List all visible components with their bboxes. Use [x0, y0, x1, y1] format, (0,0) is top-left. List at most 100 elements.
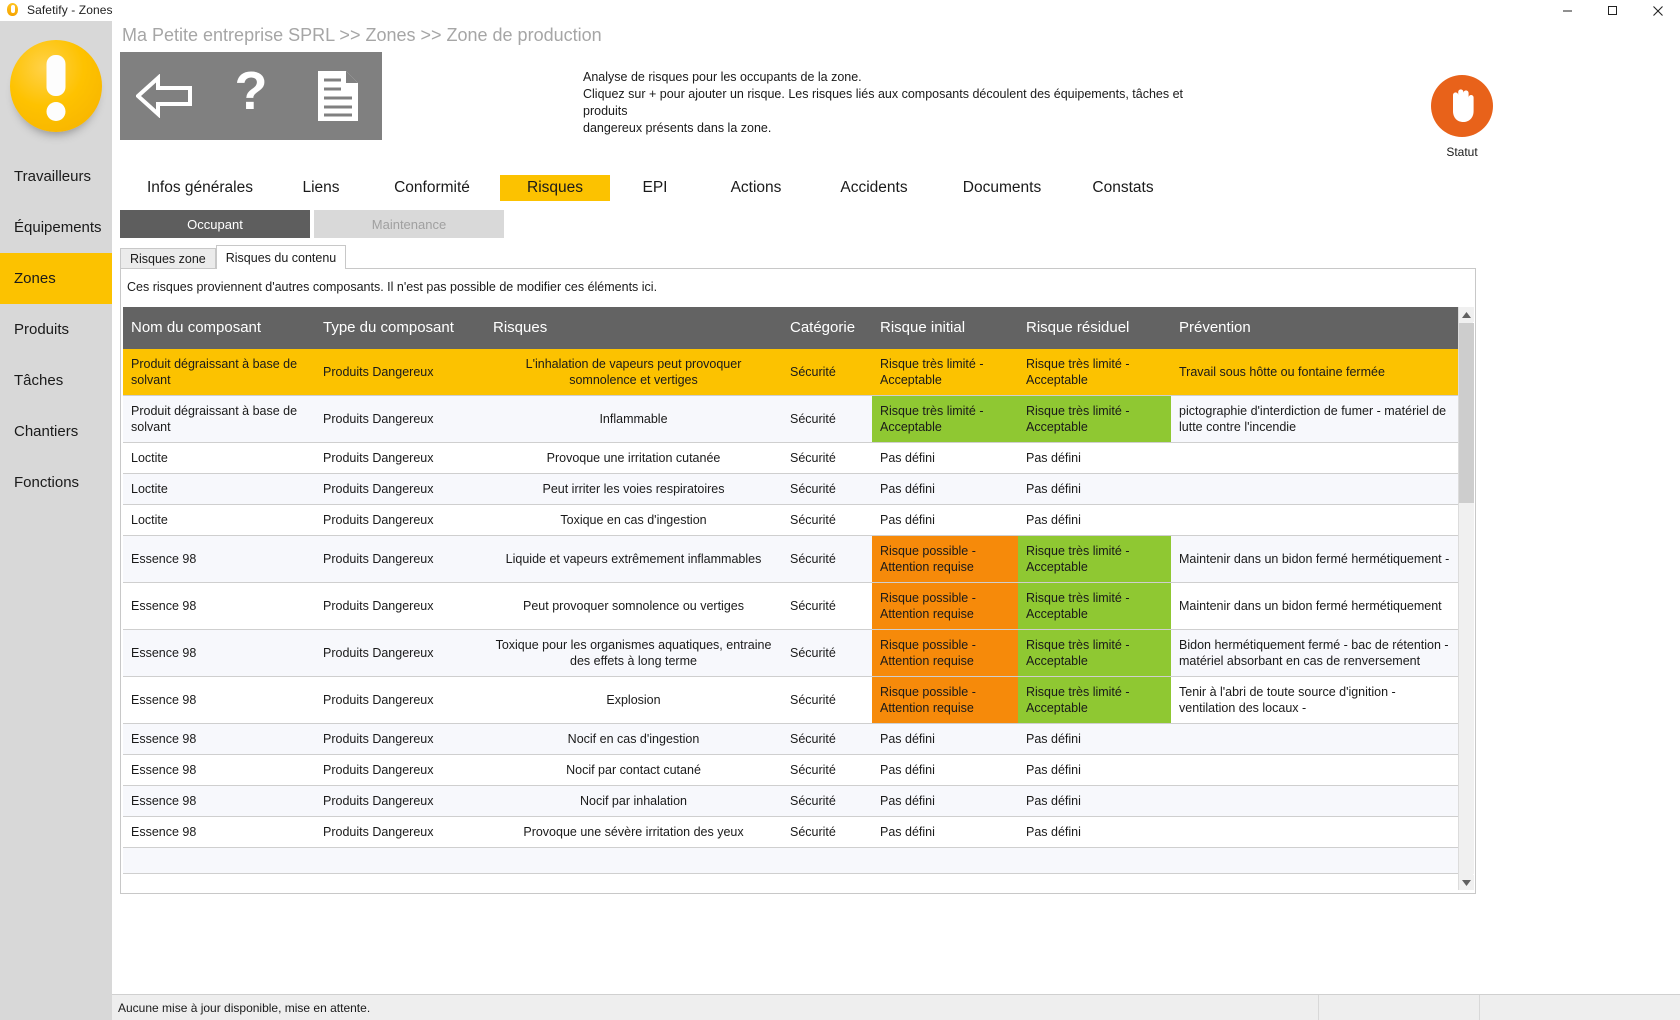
- sidebar-item-fonctions[interactable]: Fonctions: [0, 457, 112, 508]
- status-bar: Aucune mise à jour disponible, mise en a…: [112, 994, 1680, 1020]
- report-button[interactable]: [294, 52, 381, 140]
- cell-risque-initial: Pas défini: [872, 442, 1018, 474]
- table-row[interactable]: Essence 98 Produits Dangereux Nocif par …: [123, 754, 1459, 786]
- sidebar-item-label: Travailleurs: [14, 168, 91, 185]
- cell-type: Produits Dangereux: [315, 754, 485, 786]
- tab-epi[interactable]: EPI: [627, 175, 683, 201]
- table-row[interactable]: Essence 98 Produits Dangereux Explosion …: [123, 676, 1459, 724]
- svg-text:?: ?: [234, 68, 267, 121]
- table-row[interactable]: Essence 98 Produits Dangereux Toxique po…: [123, 629, 1459, 677]
- cell-prevention: [1171, 754, 1459, 786]
- tab-label: Constats: [1092, 179, 1154, 196]
- innertab-risques-zone[interactable]: Risques zone: [120, 248, 216, 269]
- status-label: Statut: [1446, 145, 1478, 159]
- cell-prevention: [1171, 442, 1459, 474]
- innertab-risques-du-contenu[interactable]: Risques du contenu: [215, 245, 347, 269]
- cell-type: Produits Dangereux: [315, 676, 485, 724]
- cell-risque: Toxique en cas d'ingestion: [485, 504, 782, 536]
- table-row[interactable]: Essence 98 Produits Dangereux Nocif en c…: [123, 723, 1459, 755]
- sidebar-item-equipements[interactable]: Équipements: [0, 202, 112, 253]
- cell-type: Produits Dangereux: [315, 785, 485, 817]
- help-button[interactable]: ?: [207, 52, 294, 140]
- panel-note: Ces risques proviennent d'autres composa…: [127, 280, 658, 294]
- cell-risque-initial: Risque possible - Attention requise: [872, 535, 1018, 583]
- cell-risque-initial: Risque possible - Attention requise: [872, 629, 1018, 677]
- tab-label: Liens: [302, 179, 340, 196]
- table-row[interactable]: Loctite Produits Dangereux Provoque une …: [123, 442, 1459, 474]
- sidebar-item-produits[interactable]: Produits: [0, 304, 112, 355]
- cell-categorie: Sécurité: [782, 582, 872, 630]
- table-vertical-scrollbar[interactable]: [1458, 307, 1474, 890]
- empty-cell: [123, 847, 1459, 874]
- cell-type: Produits Dangereux: [315, 629, 485, 677]
- sidebar-item-zones[interactable]: Zones: [0, 253, 112, 304]
- scroll-down-icon[interactable]: [1459, 875, 1474, 890]
- cell-categorie: Sécurité: [782, 629, 872, 677]
- cell-prevention: Tenir à l'abri de toute source d'ignitio…: [1171, 676, 1459, 724]
- table-row[interactable]: Essence 98 Produits Dangereux Provoque u…: [123, 816, 1459, 848]
- table-row[interactable]: Essence 98 Produits Dangereux Liquide et…: [123, 535, 1459, 583]
- subtab-maintenance[interactable]: Maintenance: [314, 210, 504, 238]
- risks-table-body: Produit dégraissant à base de solvant Pr…: [123, 349, 1459, 874]
- col-risques[interactable]: Risques: [485, 307, 782, 349]
- table-row[interactable]: Produit dégraissant à base de solvant Pr…: [123, 349, 1459, 396]
- title-bar: Safetify - Zones: [0, 0, 1680, 21]
- tab-accidents[interactable]: Accidents: [825, 175, 923, 201]
- scroll-up-icon[interactable]: [1459, 307, 1474, 322]
- table-row-placeholder: [123, 847, 1459, 874]
- tab-infos-generales[interactable]: Infos générales: [134, 175, 266, 201]
- innertab-label: Risques zone: [130, 252, 206, 266]
- cell-prevention: Maintenir dans un bidon fermé hermétique…: [1171, 535, 1459, 583]
- table-row[interactable]: Essence 98 Produits Dangereux Peut provo…: [123, 582, 1459, 630]
- hand-stop-icon: [1431, 75, 1493, 137]
- sidebar-item-taches[interactable]: Tâches: [0, 355, 112, 406]
- subtab-label: Maintenance: [371, 216, 447, 232]
- cell-nom: Produit dégraissant à base de solvant: [123, 349, 315, 396]
- tab-conformite[interactable]: Conformité: [377, 175, 487, 201]
- table-row[interactable]: Produit dégraissant à base de solvant Pr…: [123, 395, 1459, 443]
- status-button[interactable]: Statut: [1417, 75, 1507, 159]
- cell-type: Produits Dangereux: [315, 816, 485, 848]
- cell-risque-initial: Risque possible - Attention requise: [872, 676, 1018, 724]
- tab-label: Actions: [730, 179, 782, 196]
- col-nom-du-composant[interactable]: Nom du composant: [123, 307, 315, 349]
- col-categorie[interactable]: Catégorie: [782, 307, 872, 349]
- table-row[interactable]: Essence 98 Produits Dangereux Nocif par …: [123, 785, 1459, 817]
- sidebar-item-label: Zones: [14, 270, 56, 287]
- cell-nom: Essence 98: [123, 582, 315, 630]
- bulb-icon: [5, 2, 21, 18]
- col-type-du-composant[interactable]: Type du composant: [315, 307, 485, 349]
- status-bar-divider: [1318, 994, 1319, 1020]
- cell-type: Produits Dangereux: [315, 473, 485, 505]
- risk-badge: Risque très limité - Acceptable: [1018, 536, 1171, 582]
- tab-liens[interactable]: Liens: [290, 175, 352, 201]
- close-button[interactable]: [1635, 0, 1680, 21]
- cell-risque-initial: Pas défini: [872, 816, 1018, 848]
- sidebar-item-label: Chantiers: [14, 423, 79, 440]
- cell-categorie: Sécurité: [782, 723, 872, 755]
- cell-prevention: [1171, 785, 1459, 817]
- col-risque-initial[interactable]: Risque initial: [872, 307, 1018, 349]
- cell-nom: Essence 98: [123, 816, 315, 848]
- sidebar-item-label: Tâches: [14, 372, 64, 389]
- sidebar-item-travailleurs[interactable]: Travailleurs: [0, 151, 112, 202]
- minimize-button[interactable]: [1545, 0, 1590, 21]
- cell-categorie: Sécurité: [782, 473, 872, 505]
- subtab-occupant[interactable]: Occupant: [120, 210, 310, 238]
- table-row[interactable]: Loctite Produits Dangereux Toxique en ca…: [123, 504, 1459, 536]
- cell-type: Produits Dangereux: [315, 504, 485, 536]
- cell-risque-initial: Pas défini: [872, 723, 1018, 755]
- tab-constats[interactable]: Constats: [1077, 175, 1169, 201]
- scrollbar-track[interactable]: [1459, 503, 1474, 874]
- maximize-button[interactable]: [1590, 0, 1635, 21]
- scrollbar-thumb[interactable]: [1459, 323, 1474, 503]
- tab-risques[interactable]: Risques: [500, 175, 610, 201]
- tab-actions[interactable]: Actions: [715, 175, 797, 201]
- sidebar-item-chantiers[interactable]: Chantiers: [0, 406, 112, 457]
- col-risque-residuel[interactable]: Risque résiduel: [1018, 307, 1171, 349]
- tab-documents[interactable]: Documents: [948, 175, 1056, 201]
- col-prevention[interactable]: Prévention: [1171, 307, 1459, 349]
- cell-type: Produits Dangereux: [315, 582, 485, 630]
- table-row[interactable]: Loctite Produits Dangereux Peut irriter …: [123, 473, 1459, 505]
- back-button[interactable]: [120, 52, 207, 140]
